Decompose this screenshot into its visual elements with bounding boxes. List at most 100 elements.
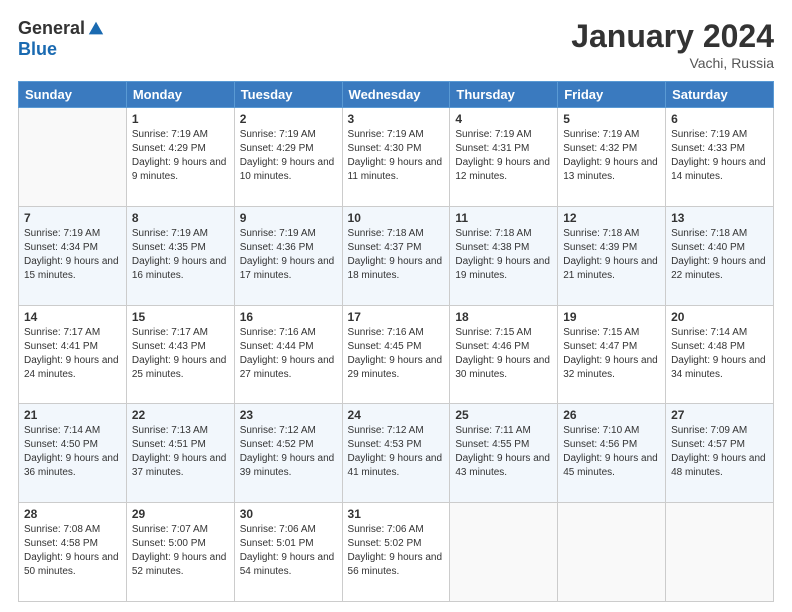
table-row: 6 Sunrise: 7:19 AMSunset: 4:33 PMDaylight…: [666, 108, 774, 207]
day-info: Sunrise: 7:19 AMSunset: 4:31 PMDaylight:…: [455, 128, 552, 184]
day-number: 8: [132, 211, 229, 225]
day-number: 13: [671, 211, 768, 225]
day-number: 21: [24, 408, 121, 422]
day-number: 2: [240, 112, 337, 126]
table-row: 14 Sunrise: 7:17 AMSunset: 4:41 PMDayligh…: [19, 305, 127, 404]
day-info: Sunrise: 7:16 AMSunset: 4:44 PMDaylight:…: [240, 326, 337, 382]
calendar-table: Sunday Monday Tuesday Wednesday Thursday…: [18, 81, 774, 602]
table-row: 28 Sunrise: 7:08 AMSunset: 4:58 PMDayligh…: [19, 503, 127, 602]
location: Vachi, Russia: [571, 55, 774, 71]
day-number: 1: [132, 112, 229, 126]
day-info: Sunrise: 7:09 AMSunset: 4:57 PMDaylight:…: [671, 424, 768, 480]
day-number: 25: [455, 408, 552, 422]
col-sunday: Sunday: [19, 82, 127, 108]
table-row: 5 Sunrise: 7:19 AMSunset: 4:32 PMDaylight…: [558, 108, 666, 207]
table-row: 10Sunrise: 7:18 AMSunset: 4:37 PMDayligh…: [342, 206, 450, 305]
header: General Blue January 2024 Vachi, Russia: [18, 18, 774, 71]
day-info: Sunrise: 7:18 AMSunset: 4:38 PMDaylight:…: [455, 227, 552, 283]
day-number: 23: [240, 408, 337, 422]
table-row: [666, 503, 774, 602]
calendar-week-row: 28 Sunrise: 7:08 AMSunset: 4:58 PMDayligh…: [19, 503, 774, 602]
calendar-week-row: 21 Sunrise: 7:14 AMSunset: 4:50 PMDayligh…: [19, 404, 774, 503]
day-number: 27: [671, 408, 768, 422]
day-info: Sunrise: 7:13 AMSunset: 4:51 PMDaylight:…: [132, 424, 229, 480]
table-row: 19 Sunrise: 7:15 AMSunset: 4:47 PMDayligh…: [558, 305, 666, 404]
logo-general-text: General: [18, 18, 85, 39]
day-number: 4: [455, 112, 552, 126]
table-row: 31Sunrise: 7:06 AMSunset: 5:02 PMDayligh…: [342, 503, 450, 602]
day-number: 12: [563, 211, 660, 225]
day-info: Sunrise: 7:15 AMSunset: 4:47 PMDaylight:…: [563, 326, 660, 382]
day-info: Sunrise: 7:19 AMSunset: 4:35 PMDaylight:…: [132, 227, 229, 283]
col-saturday: Saturday: [666, 82, 774, 108]
table-row: 7 Sunrise: 7:19 AMSunset: 4:34 PMDaylight…: [19, 206, 127, 305]
day-number: 17: [348, 310, 445, 324]
calendar-week-row: 14 Sunrise: 7:17 AMSunset: 4:41 PMDayligh…: [19, 305, 774, 404]
calendar-week-row: 1 Sunrise: 7:19 AMSunset: 4:29 PMDaylight…: [19, 108, 774, 207]
table-row: 29 Sunrise: 7:07 AMSunset: 5:00 PMDayligh…: [126, 503, 234, 602]
table-row: 11 Sunrise: 7:18 AMSunset: 4:38 PMDayligh…: [450, 206, 558, 305]
table-row: 21 Sunrise: 7:14 AMSunset: 4:50 PMDayligh…: [19, 404, 127, 503]
table-row: 2 Sunrise: 7:19 AMSunset: 4:29 PMDaylight…: [234, 108, 342, 207]
day-number: 3: [348, 112, 445, 126]
day-info: Sunrise: 7:19 AMSunset: 4:29 PMDaylight:…: [132, 128, 229, 184]
day-info: Sunrise: 7:07 AMSunset: 5:00 PMDaylight:…: [132, 523, 229, 579]
logo-blue-text: Blue: [18, 39, 57, 60]
logo: General Blue: [18, 18, 105, 60]
col-tuesday: Tuesday: [234, 82, 342, 108]
table-row: 16 Sunrise: 7:16 AMSunset: 4:44 PMDayligh…: [234, 305, 342, 404]
day-info: Sunrise: 7:08 AMSunset: 4:58 PMDaylight:…: [24, 523, 121, 579]
table-row: 30 Sunrise: 7:06 AMSunset: 5:01 PMDayligh…: [234, 503, 342, 602]
day-info: Sunrise: 7:19 AMSunset: 4:36 PMDaylight:…: [240, 227, 337, 283]
day-number: 18: [455, 310, 552, 324]
day-number: 28: [24, 507, 121, 521]
table-row: 12 Sunrise: 7:18 AMSunset: 4:39 PMDayligh…: [558, 206, 666, 305]
day-info: Sunrise: 7:16 AMSunset: 4:45 PMDaylight:…: [348, 326, 445, 382]
day-info: Sunrise: 7:14 AMSunset: 4:50 PMDaylight:…: [24, 424, 121, 480]
day-info: Sunrise: 7:19 AMSunset: 4:32 PMDaylight:…: [563, 128, 660, 184]
table-row: 17 Sunrise: 7:16 AMSunset: 4:45 PMDayligh…: [342, 305, 450, 404]
day-number: 11: [455, 211, 552, 225]
day-info: Sunrise: 7:17 AMSunset: 4:41 PMDaylight:…: [24, 326, 121, 382]
col-monday: Monday: [126, 82, 234, 108]
table-row: 8 Sunrise: 7:19 AMSunset: 4:35 PMDaylight…: [126, 206, 234, 305]
day-number: 16: [240, 310, 337, 324]
table-row: 24Sunrise: 7:12 AMSunset: 4:53 PMDayligh…: [342, 404, 450, 503]
day-info: Sunrise: 7:11 AMSunset: 4:55 PMDaylight:…: [455, 424, 552, 480]
day-number: 31: [348, 507, 445, 521]
day-info: Sunrise: 7:19 AMSunset: 4:29 PMDaylight:…: [240, 128, 337, 184]
day-number: 9: [240, 211, 337, 225]
col-friday: Friday: [558, 82, 666, 108]
day-number: 14: [24, 310, 121, 324]
col-thursday: Thursday: [450, 82, 558, 108]
table-row: [19, 108, 127, 207]
table-row: 1 Sunrise: 7:19 AMSunset: 4:29 PMDaylight…: [126, 108, 234, 207]
col-wednesday: Wednesday: [342, 82, 450, 108]
calendar-week-row: 7 Sunrise: 7:19 AMSunset: 4:34 PMDaylight…: [19, 206, 774, 305]
day-info: Sunrise: 7:14 AMSunset: 4:48 PMDaylight:…: [671, 326, 768, 382]
day-number: 5: [563, 112, 660, 126]
table-row: 26Sunrise: 7:10 AMSunset: 4:56 PMDayligh…: [558, 404, 666, 503]
day-number: 30: [240, 507, 337, 521]
logo-icon: [87, 20, 105, 38]
table-row: 3Sunrise: 7:19 AMSunset: 4:30 PMDaylight…: [342, 108, 450, 207]
day-info: Sunrise: 7:18 AMSunset: 4:39 PMDaylight:…: [563, 227, 660, 283]
table-row: 15Sunrise: 7:17 AMSunset: 4:43 PMDayligh…: [126, 305, 234, 404]
day-info: Sunrise: 7:18 AMSunset: 4:37 PMDaylight:…: [348, 227, 445, 283]
day-info: Sunrise: 7:06 AMSunset: 5:01 PMDaylight:…: [240, 523, 337, 579]
day-number: 6: [671, 112, 768, 126]
day-info: Sunrise: 7:19 AMSunset: 4:33 PMDaylight:…: [671, 128, 768, 184]
table-row: 27 Sunrise: 7:09 AMSunset: 4:57 PMDayligh…: [666, 404, 774, 503]
day-number: 7: [24, 211, 121, 225]
day-number: 24: [348, 408, 445, 422]
table-row: 22 Sunrise: 7:13 AMSunset: 4:51 PMDayligh…: [126, 404, 234, 503]
table-row: [450, 503, 558, 602]
day-number: 19: [563, 310, 660, 324]
day-info: Sunrise: 7:19 AMSunset: 4:34 PMDaylight:…: [24, 227, 121, 283]
day-info: Sunrise: 7:18 AMSunset: 4:40 PMDaylight:…: [671, 227, 768, 283]
header-row: Sunday Monday Tuesday Wednesday Thursday…: [19, 82, 774, 108]
day-number: 20: [671, 310, 768, 324]
day-number: 29: [132, 507, 229, 521]
day-number: 22: [132, 408, 229, 422]
day-info: Sunrise: 7:17 AMSunset: 4:43 PMDaylight:…: [132, 326, 229, 382]
